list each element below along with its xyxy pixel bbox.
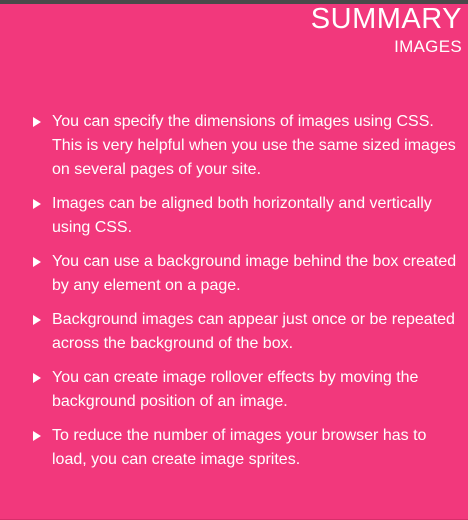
slide-title: SUMMARY — [310, 3, 462, 35]
slide-subtitle: IMAGES — [394, 37, 462, 56]
triangle-right-icon — [33, 199, 41, 209]
list-item-text: You can create image rollover effects by… — [52, 369, 419, 410]
list-item-text: Images can be aligned both horizontally … — [52, 195, 432, 236]
list-item-text: You can use a background image behind th… — [52, 253, 457, 294]
list-item: You can use a background image behind th… — [33, 250, 458, 298]
list-item: Images can be aligned both horizontally … — [33, 192, 458, 240]
triangle-right-icon — [33, 117, 41, 127]
triangle-right-icon — [33, 257, 41, 267]
list-item: You can specify the dimensions of images… — [33, 110, 458, 182]
list-item: To reduce the number of images your brow… — [33, 424, 458, 472]
triangle-right-icon — [33, 431, 41, 441]
slide-header: SUMMARY IMAGES — [311, 4, 462, 57]
summary-list: You can specify the dimensions of images… — [33, 110, 458, 482]
triangle-right-icon — [33, 373, 41, 383]
triangle-right-icon — [33, 315, 41, 325]
list-item: You can create image rollover effects by… — [33, 366, 458, 414]
list-item-text: To reduce the number of images your brow… — [52, 427, 427, 468]
list-item: Background images can appear just once o… — [33, 308, 458, 356]
list-item-text: Background images can appear just once o… — [52, 311, 455, 352]
list-item-text: You can specify the dimensions of images… — [52, 113, 456, 178]
